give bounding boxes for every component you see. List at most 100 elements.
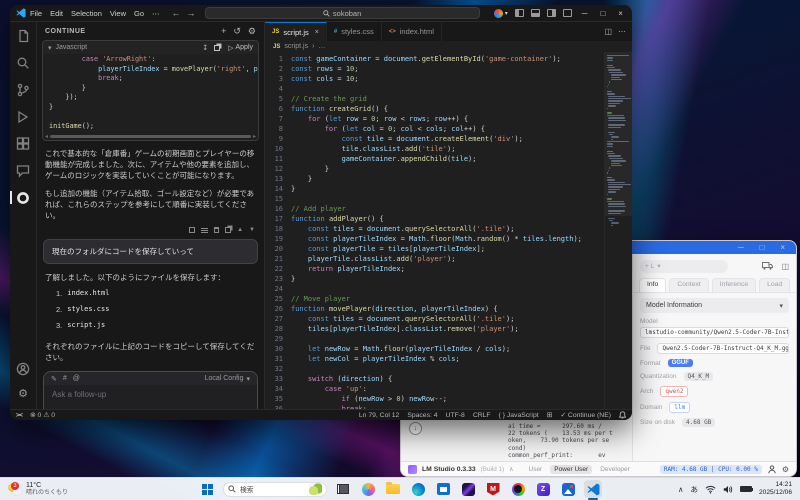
code-line[interactable]: 8 for (let col = 0; col < cols; col++) { (265, 124, 604, 134)
minimap-slider[interactable] (605, 52, 632, 217)
code-line[interactable]: 36 break; (265, 404, 604, 409)
remote-indicator[interactable]: >< (16, 412, 23, 419)
continue-extension-icon[interactable] (10, 190, 31, 205)
lm-maximize-icon[interactable]: □ (756, 243, 767, 252)
mention-icon[interactable]: @ (73, 375, 80, 382)
language-mode[interactable]: { } JavaScript (499, 412, 539, 419)
breadcrumb[interactable]: JS script.js › … (265, 41, 632, 52)
menu-edit[interactable]: Edit (50, 9, 63, 18)
start-button[interactable] (198, 480, 216, 498)
code-line[interactable]: 22 return playerTileIndex; (265, 264, 604, 274)
manage-gear-icon[interactable]: ⚙ (16, 386, 31, 401)
model-information-header[interactable]: Model Information ▾ (640, 298, 789, 313)
context-icon[interactable]: # (63, 375, 67, 382)
volume-icon[interactable] (723, 485, 733, 494)
toggle-secondary-sidebar-icon[interactable] (546, 9, 556, 17)
weather-widget[interactable]: 3 11°C 晴れのちくもり (0, 478, 76, 500)
battery-icon[interactable] (739, 486, 753, 492)
task-view-button[interactable] (334, 480, 352, 498)
menu-view[interactable]: View (110, 9, 126, 18)
code-line[interactable]: 3 const cols = 10; (265, 74, 604, 84)
editor-more-actions-icon[interactable]: ⋯ (618, 27, 626, 36)
model-value-box[interactable]: lmstudio-community/Qwen2.5-Coder-7B-Inst… (640, 327, 789, 338)
eol-status[interactable]: CRLF (473, 412, 491, 419)
vs-close-icon[interactable]: × (615, 9, 626, 18)
edit-icon[interactable]: ✎ (51, 375, 57, 383)
code-line[interactable]: 23} (265, 274, 604, 284)
code-line[interactable]: 5// Create the grid (265, 94, 604, 104)
mode-power-user-button[interactable]: Power User (550, 464, 593, 474)
command-search-box[interactable]: sokoban (204, 7, 480, 19)
split-editor-icon[interactable]: ◫ (604, 27, 612, 36)
file-value-box[interactable]: Qwen2.5-Coder-7B-Instruct-Q4_K_M.gguf (657, 343, 789, 354)
ime-indicator[interactable]: あ (690, 484, 698, 495)
show-hidden-icons-button[interactable]: ∧ (678, 485, 684, 494)
new-session-icon[interactable]: + (221, 26, 226, 37)
delete-icon[interactable] (214, 227, 220, 233)
thumbs-down-icon[interactable]: ▼ (249, 227, 255, 233)
menu-more-icon[interactable]: ⋯ (152, 9, 160, 18)
run-debug-icon[interactable] (16, 109, 31, 124)
toggle-sidebar-icon[interactable] (514, 9, 524, 17)
edge-button[interactable] (409, 480, 427, 498)
vs-minimize-icon[interactable]: ─ (579, 9, 591, 18)
copy-code-icon[interactable] (214, 44, 221, 51)
lmstudio-app-button[interactable] (459, 480, 477, 498)
caret-up-icon[interactable]: ∧ (509, 466, 513, 473)
photos-app-button[interactable] (559, 480, 577, 498)
code-editor[interactable]: 1 const gameContainer = document.getEleme… (265, 52, 604, 409)
download-icon[interactable]: ↓ (409, 422, 422, 435)
code-line[interactable]: 26 function movePlayer(direction, playerT… (265, 304, 604, 314)
scroll-right-icon[interactable]: ▸ (253, 133, 256, 140)
zoom-app-button[interactable]: Z (534, 480, 552, 498)
code-line[interactable]: 15 (265, 194, 604, 204)
lm-settings-gear-icon[interactable]: ⚙ (782, 465, 789, 474)
close-tab-icon[interactable]: × (315, 29, 319, 36)
code-line[interactable]: 16// Add player (265, 204, 604, 214)
file-explorer-button[interactable] (384, 480, 402, 498)
code-line[interactable]: 1 const gameContainer = document.getEleme… (265, 54, 604, 64)
wifi-icon[interactable] (705, 485, 716, 494)
customize-layout-icon[interactable] (562, 9, 572, 17)
mcafee-button[interactable]: M (484, 480, 502, 498)
chat-input[interactable]: Ask a follow-up (44, 385, 257, 409)
split-columns-icon[interactable]: ◫ (781, 262, 789, 271)
taskbar-search-box[interactable]: 検索 (223, 481, 327, 497)
explorer-icon[interactable] (16, 28, 31, 43)
lm-tab-context[interactable]: Context (669, 278, 709, 292)
mode-user-button[interactable]: User (525, 465, 547, 474)
insert-at-cursor-icon[interactable]: ↧ (202, 44, 208, 52)
microsoft-store-button[interactable] (434, 480, 452, 498)
code-line[interactable]: 19 const playerTileIndex = Math.floor(Ma… (265, 234, 604, 244)
code-line[interactable]: 12 } (265, 164, 604, 174)
source-control-icon[interactable] (16, 82, 31, 97)
vscode-titlebar[interactable]: File Edit Selection View Go ⋯ ← → sokoba… (10, 5, 632, 22)
menu-file[interactable]: File (30, 9, 42, 18)
scroll-left-icon[interactable]: ◂ (45, 133, 48, 140)
code-line[interactable]: 35 if (newRow > 0) newRow--; (265, 394, 604, 404)
nav-forward-icon[interactable]: → (187, 8, 196, 18)
search-sidebar-icon[interactable] (16, 55, 31, 70)
code-line[interactable]: 31 let newCol = playerTileIndex % cols; (265, 354, 604, 364)
code-line[interactable]: 34 case 'up': (265, 384, 604, 394)
history-icon[interactable]: ↺ (233, 26, 241, 37)
config-selector[interactable]: Local Config ▾ (205, 375, 250, 383)
code-line[interactable]: 30 let newRow = Math.floor(playerTileInd… (265, 344, 604, 354)
code-line[interactable]: 6 function createGrid() { (265, 104, 604, 114)
tab-indexhtml[interactable]: <> index.html (381, 22, 442, 41)
code-line[interactable]: 20 const playerTile = tiles[playerTileIn… (265, 244, 604, 254)
minimap[interactable] (604, 52, 632, 409)
chat-icon[interactable] (16, 163, 31, 178)
media-app-button[interactable] (509, 480, 527, 498)
code-line[interactable]: 32 (265, 364, 604, 374)
vs-maximize-icon[interactable]: □ (597, 9, 608, 18)
extensions-icon[interactable] (16, 136, 31, 151)
code-line[interactable]: 29 (265, 334, 604, 344)
code-block-hscrollbar[interactable]: ◂ ▸ (43, 133, 258, 140)
lm-tab-inference[interactable]: Inference (711, 278, 757, 292)
code-line[interactable]: 28 tiles[playerTileIndex].classList.remo… (265, 324, 604, 334)
code-line[interactable]: 25// Move player (265, 294, 604, 304)
code-line[interactable]: 18 const tiles = document.querySelectorA… (265, 224, 604, 234)
code-line[interactable]: 2 const rows = 10; (265, 64, 604, 74)
code-line[interactable]: 33 switch (direction) { (265, 374, 604, 384)
